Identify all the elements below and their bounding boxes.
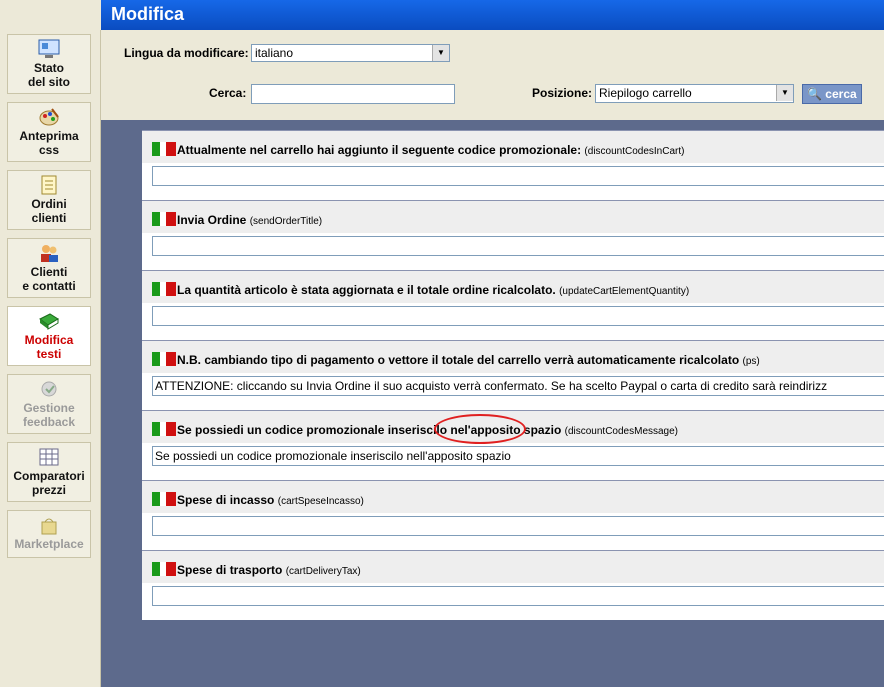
grid-icon (39, 448, 59, 466)
sidebar-item-label: testi (36, 347, 62, 361)
sidebar-item-label: Marketplace (14, 537, 84, 551)
row-label: Spese di trasporto (cartDeliveryTax) (177, 563, 361, 577)
texts-panel: Attualmente nel carrello hai aggiunto il… (142, 130, 884, 620)
page-title: Modifica (101, 0, 884, 30)
row-label: Spese di incasso (cartSpeseIncasso) (177, 493, 364, 507)
language-label: Lingua da modificare: (124, 46, 249, 60)
sidebar-item-label: Ordini (31, 197, 67, 211)
flag-icon (152, 142, 160, 156)
flag-icon (152, 212, 160, 226)
search-button[interactable]: 🔍 cerca (802, 84, 862, 104)
row-label-text: La quantità articolo è stata aggiornata … (177, 283, 556, 297)
flag-icon-red (166, 422, 176, 436)
sidebar-item-modifica-testi[interactable]: Modifica testi (7, 306, 91, 366)
sidebar-item-clienti-contatti[interactable]: Clienti e contatti (7, 238, 91, 298)
flag-icon-red (166, 562, 176, 576)
text-row: Spese di trasporto (cartDeliveryTax) (142, 550, 884, 620)
users-icon (41, 245, 58, 262)
sidebar-item-gestione-feedback[interactable]: Gestione feedback (7, 374, 91, 434)
magnifier-icon: 🔍 (807, 87, 822, 101)
flag-icon-red (166, 492, 176, 506)
position-label: Posizione: (532, 86, 593, 100)
sidebar-item-ordini-clienti[interactable]: Ordini clienti (7, 170, 91, 230)
book-icon (39, 313, 59, 330)
row-key: (ps) (742, 356, 760, 367)
text-input[interactable]: Se possiedi un codice promozionale inser… (152, 446, 884, 466)
palette-icon (39, 108, 59, 126)
row-label-text: N.B. cambiando tipo di pagamento o vetto… (177, 353, 740, 367)
text-input[interactable] (152, 236, 884, 256)
flag-icon-red (166, 352, 176, 366)
row-label: Invia Ordine (sendOrderTitle) (177, 213, 322, 227)
text-row: Spese di incasso (cartSpeseIncasso) (142, 480, 884, 550)
position-select-value: Riepilogo carrello (599, 86, 692, 100)
row-key: (cartSpeseIncasso) (277, 496, 364, 507)
document-icon (41, 175, 57, 195)
search-button-label: cerca (825, 87, 857, 101)
row-key: (discountCodesMessage) (564, 426, 679, 437)
sidebar-item-stato-sito[interactable]: Stato del sito (7, 34, 91, 94)
flag-icon (152, 562, 160, 576)
row-label: N.B. cambiando tipo di pagamento o vetto… (177, 353, 760, 367)
search-label: Cerca: (209, 86, 247, 100)
language-select-value: italiano (255, 46, 294, 60)
sidebar-item-label: css (38, 143, 60, 157)
filter-bar: Lingua da modificare: italiano ▼ Cerca: … (101, 30, 884, 120)
text-row: La quantità articolo è stata aggiornata … (142, 270, 884, 340)
flag-icon (152, 492, 160, 506)
flag-icon (152, 422, 160, 436)
sidebar: Stato del sito Anteprima css Ordini clie… (0, 30, 101, 687)
sidebar-item-label: Gestione (23, 401, 75, 415)
annotation-circle (434, 414, 526, 444)
flag-icon (152, 282, 160, 296)
position-select[interactable]: Riepilogo carrello ▼ (595, 84, 794, 103)
flag-icon-red (166, 142, 176, 156)
sidebar-item-marketplace[interactable]: Marketplace (7, 510, 91, 558)
text-input[interactable] (152, 306, 884, 326)
flag-icon (152, 352, 160, 366)
sidebar-item-label: Modifica (24, 333, 74, 347)
row-label: Attualmente nel carrello hai aggiunto il… (177, 143, 684, 157)
sidebar-item-label: clienti (31, 211, 67, 225)
sidebar-item-label: Clienti (30, 265, 68, 279)
text-input[interactable]: ATTENZIONE: cliccando su Invia Ordine il… (152, 376, 884, 396)
text-input[interactable] (152, 586, 884, 606)
row-key: (updateCartElementQuantity) (559, 286, 690, 297)
flag-icon-red (166, 212, 176, 226)
sidebar-item-label: e contatti (22, 279, 76, 293)
language-select[interactable]: italiano ▼ (251, 44, 450, 62)
sidebar-item-label: feedback (22, 415, 76, 429)
feedback-icon (41, 381, 57, 397)
sidebar-item-label: Comparatori (13, 469, 85, 483)
chevron-down-icon[interactable]: ▼ (776, 85, 793, 101)
sidebar-item-label: Anteprima (19, 129, 79, 143)
sidebar-item-comparatori-prezzi[interactable]: Comparatori prezzi (7, 442, 91, 502)
text-row: Attualmente nel carrello hai aggiunto il… (142, 130, 884, 200)
row-label-text: Attualmente nel carrello hai aggiunto il… (177, 143, 582, 157)
row-key: (cartDeliveryTax) (285, 566, 361, 577)
text-input[interactable] (152, 166, 884, 186)
bag-icon (41, 518, 57, 535)
sidebar-item-label: prezzi (31, 483, 66, 497)
row-label-text: Spese di incasso (177, 493, 275, 507)
monitor-icon (38, 39, 60, 58)
text-row: Invia Ordine (sendOrderTitle) (142, 200, 884, 270)
sidebar-item-label: del sito (27, 75, 70, 89)
row-key: (discountCodesInCart) (584, 146, 685, 157)
sidebar-item-label: Stato (34, 61, 64, 75)
row-label-text: Invia Ordine (177, 213, 247, 227)
sidebar-item-anteprima-css[interactable]: Anteprima css (7, 102, 91, 162)
sidebar-top (0, 0, 100, 30)
flag-icon-red (166, 282, 176, 296)
text-input[interactable] (152, 516, 884, 536)
chevron-down-icon[interactable]: ▼ (432, 45, 449, 61)
row-label: Se possiedi un codice promozionale inser… (177, 423, 678, 437)
row-label-text: Spese di trasporto (177, 563, 283, 577)
row-label: La quantità articolo è stata aggiornata … (177, 283, 689, 297)
search-input[interactable] (251, 84, 455, 104)
row-key: (sendOrderTitle) (249, 216, 323, 227)
text-row: N.B. cambiando tipo di pagamento o vetto… (142, 340, 884, 410)
